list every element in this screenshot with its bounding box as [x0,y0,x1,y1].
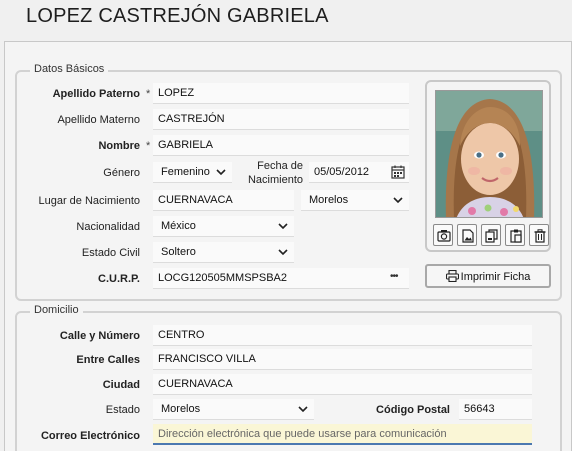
genero-value: Femenino [161,166,210,178]
page-title: LOPEZ CASTREJÓN GABRIELA [26,5,329,27]
curp-label: C.U.R.P. [98,273,140,285]
paste-photo-button[interactable] [505,224,525,246]
estado-civil-label: Estado Civil [81,247,140,259]
profile-photo [435,90,543,218]
apellido-materno-field[interactable]: CASTREJÓN [153,109,409,130]
ciudad-label: Ciudad [102,379,140,391]
required-mark: * [146,88,151,100]
print-record-button[interactable]: Imprimir Ficha [425,264,551,288]
correo-label: Correo Electrónico [40,430,140,442]
estado-civil-select[interactable]: Soltero [153,242,294,263]
lugar-nacimiento-field[interactable]: CUERNAVACA [153,190,294,211]
chevron-down-icon [298,406,308,413]
fecha-nacimiento-value: 05/05/2012 [314,166,370,178]
estado-label: Estado [105,404,140,416]
calle-field[interactable]: CENTRO [153,325,532,346]
lugar-nacimiento-state-select[interactable]: Morelos [301,190,409,211]
genero-label: Género [103,167,140,179]
nacionalidad-value: México [161,220,196,232]
copy-icon [485,229,498,243]
apellido-paterno-label: Apellido Paterno [52,88,140,100]
chevron-down-icon [393,197,403,204]
ciudad-field[interactable]: CUERNAVACA [153,374,532,395]
estado-value: Morelos [161,403,201,415]
photo-panel [425,80,551,252]
estado-civil-value: Soltero [161,246,196,258]
apellido-materno-label: Apellido Materno [57,114,140,126]
apellido-paterno-field[interactable]: LOPEZ [153,83,409,104]
basic-data-legend: Datos Básicos [30,63,109,75]
image-file-icon [462,229,474,243]
estado-select[interactable]: Morelos [153,399,314,420]
camera-icon [437,230,451,242]
trash-icon [534,229,546,243]
fecha-nacimiento-label-line1: Fecha de [257,160,303,172]
chevron-down-icon [278,223,288,230]
nombre-field[interactable]: GABRIELA [153,135,409,156]
curp-more-button[interactable]: ••• [390,271,398,282]
calendar-icon[interactable] [391,165,405,179]
nacionalidad-label: Nacionalidad [76,221,140,233]
codigo-postal-field[interactable]: 56643 [459,399,532,420]
delete-photo-button[interactable] [529,224,549,246]
copy-photo-button[interactable] [481,224,501,246]
entre-calles-field[interactable]: FRANCISCO VILLA [153,349,532,370]
calle-label: Calle y Número [59,330,140,342]
required-mark: * [146,140,151,152]
codigo-postal-label: Código Postal [376,404,450,416]
load-image-button[interactable] [457,224,477,246]
address-legend: Domicilio [30,304,83,316]
lugar-nacimiento-label: Lugar de Nacimiento [38,195,140,207]
chevron-down-icon [216,169,226,176]
correo-field[interactable]: Dirección electrónica que puede usarse p… [153,424,532,445]
paste-icon [510,229,522,243]
nombre-label: Nombre [98,140,140,152]
curp-field[interactable]: LOCG120505MMSPSBA2 [153,268,409,289]
lugar-nacimiento-state-value: Morelos [309,194,349,206]
genero-select[interactable]: Femenino [153,162,232,183]
print-record-label: Imprimir Ficha [460,271,531,283]
camera-button[interactable] [433,224,453,246]
fecha-nacimiento-label-line2: Nacimiento [247,174,303,186]
entre-calles-label: Entre Calles [76,354,140,366]
nacionalidad-select[interactable]: México [153,216,294,237]
printer-icon [445,269,459,283]
chevron-down-icon [278,249,288,256]
